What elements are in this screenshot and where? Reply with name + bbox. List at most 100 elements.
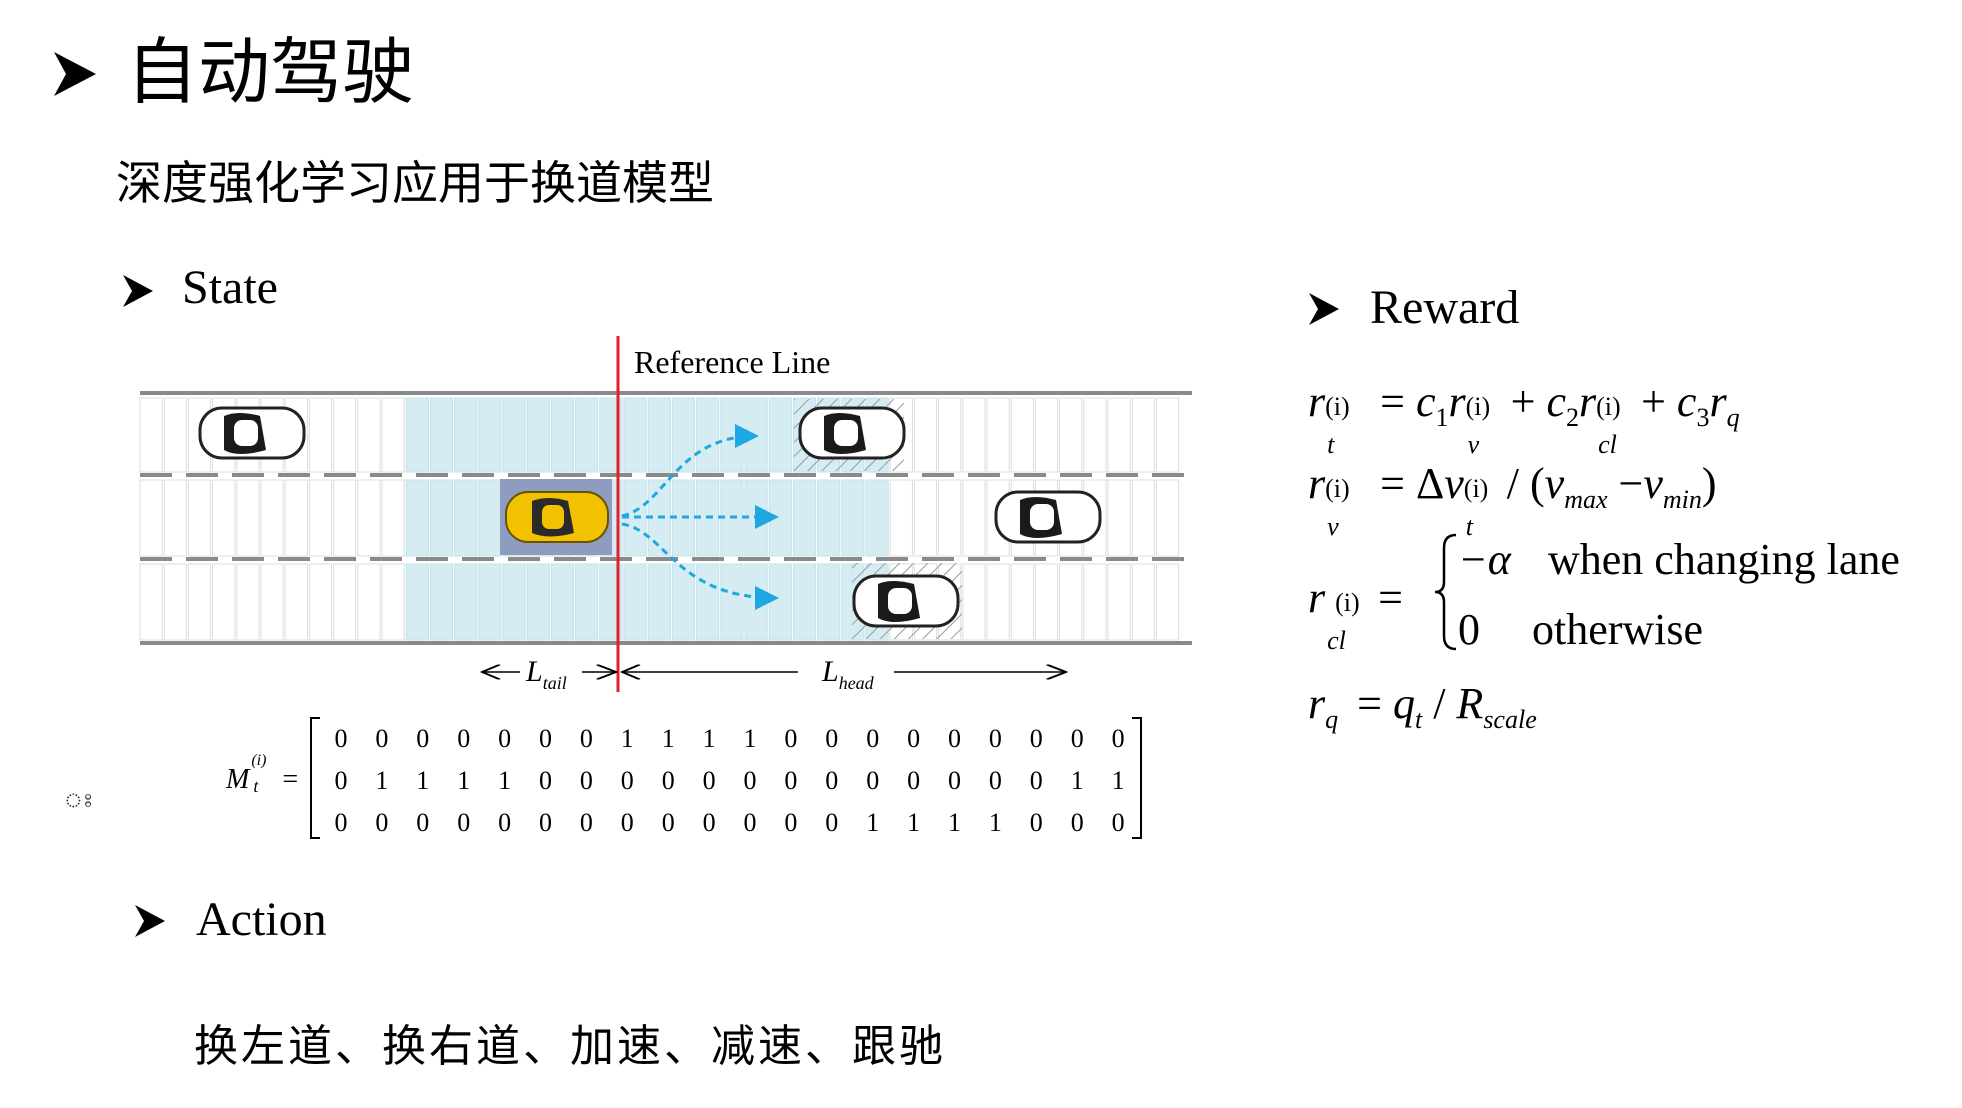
- grid-cell: [308, 563, 333, 641]
- reward-formula-lane-change: r (i) cl =: [1308, 573, 1403, 655]
- grid-cell: [768, 563, 792, 641]
- matrix-cell: 0: [416, 808, 430, 837]
- matrix-cell: 0: [866, 766, 880, 795]
- matrix-cell: 0: [539, 766, 552, 795]
- grid-cell: [236, 479, 260, 557]
- grid-cell: [502, 397, 526, 473]
- grid-cell: [1034, 563, 1059, 641]
- matrix-cell: 1: [1070, 766, 1084, 795]
- matrix-cell: 1: [498, 766, 512, 795]
- matrix-cell: 0: [334, 766, 348, 795]
- grid-cell: [913, 397, 938, 473]
- reward-formula-velocity: r (i) v = Δv (i) t / (vmax −vmin): [1308, 459, 1717, 541]
- lane-change-figure: Reference Line Ltail Lhead: [139, 336, 1192, 692]
- action-heading: Action: [196, 893, 327, 946]
- grid-cell: [357, 563, 381, 641]
- grid-cell: [163, 397, 187, 473]
- grid-cell: [405, 479, 429, 557]
- grid-cell: [550, 563, 575, 641]
- matrix-cell: 0: [1111, 808, 1125, 837]
- reward-formula-queue: rq = qt / Rscale: [1308, 679, 1537, 734]
- matrix-cell: 0: [743, 766, 757, 795]
- matrix-cell: 0: [1029, 766, 1043, 795]
- matrix-row: 01111000000000000011: [322, 766, 1130, 796]
- grid-cell: [647, 563, 671, 641]
- matrix-cell: 0: [579, 724, 593, 753]
- grid-cell: [1131, 563, 1155, 641]
- grid-cell: [502, 563, 526, 641]
- grid-cell: [1059, 563, 1083, 641]
- matrix-cell: 0: [743, 808, 757, 837]
- matrix-cell: 0: [334, 808, 348, 837]
- grid-cell: [962, 397, 986, 473]
- matrix-cell: 1: [866, 808, 880, 837]
- matrix-cell: 0: [988, 724, 1002, 753]
- grid-cell: [1107, 397, 1131, 473]
- bullet-arrow-icon: [1309, 293, 1339, 325]
- grid-cell: [236, 563, 260, 641]
- grid-cell: [381, 479, 405, 557]
- matrix-cell: 0: [825, 724, 839, 753]
- cases-brace: [1434, 533, 1457, 651]
- matrix-cell: 0: [1070, 724, 1084, 753]
- matrix-cell: 0: [579, 766, 593, 795]
- car-other: [852, 574, 960, 628]
- matrix-cell: 0: [784, 724, 798, 753]
- grid-cell: [260, 479, 284, 557]
- matrix-cell: 0: [620, 808, 634, 837]
- matrix-cell: 1: [743, 724, 757, 753]
- matrix-cell: 0: [620, 766, 634, 795]
- grid-cell: [720, 563, 744, 641]
- grid-cell: [454, 479, 478, 557]
- car-ego: [505, 491, 609, 543]
- reward-heading: Reward: [1370, 281, 1520, 334]
- car-other: [994, 490, 1102, 544]
- matrix-row: 00000000000001111000: [322, 808, 1130, 838]
- grid-cell: [623, 397, 647, 473]
- grid-cell: [478, 479, 502, 557]
- grid-cell: [1131, 397, 1155, 473]
- grid-cell: [212, 479, 236, 557]
- grid-cell: [792, 563, 817, 641]
- bullet-arrow-icon: [54, 52, 96, 96]
- matrix-cell: 0: [375, 724, 389, 753]
- matrix-cell: 1: [988, 808, 1002, 837]
- grid-cell: [938, 397, 962, 473]
- grid-cell: [1059, 397, 1083, 473]
- grid-cell: [308, 479, 333, 557]
- matrix-cell: 0: [784, 766, 798, 795]
- slide-title: 自动驾驶: [126, 30, 415, 114]
- matrix-cell: 0: [457, 808, 471, 837]
- grid-cell: [575, 397, 599, 473]
- matrix-cell: 0: [702, 766, 716, 795]
- grid-cell: [817, 563, 841, 641]
- l-tail-label: Ltail: [525, 655, 567, 692]
- matrix-cell: 0: [907, 766, 921, 795]
- matrix-cell: 0: [825, 808, 839, 837]
- grid-cell: [308, 397, 333, 473]
- grid-cell: [744, 563, 768, 641]
- action-list: 换左道、换右道、加速、减速、跟驰: [194, 1021, 946, 1072]
- grid-cell: [284, 479, 308, 557]
- matrix-cell: 0: [866, 724, 880, 753]
- stray-mark: ঃ: [64, 788, 94, 812]
- matrix-cell: 0: [498, 724, 512, 753]
- grid-cell: [357, 479, 381, 557]
- matrix-cell: 0: [334, 724, 348, 753]
- matrix-cell: 0: [825, 766, 839, 795]
- car-other: [198, 406, 306, 460]
- grid-cell: [526, 397, 550, 473]
- matrix-cell: 0: [1111, 724, 1125, 753]
- matrix-cell: 0: [948, 724, 961, 753]
- grid-cell: [284, 563, 308, 641]
- matrix-cell: 1: [620, 724, 634, 753]
- case-2-text: otherwise: [1532, 605, 1704, 654]
- grid-cell: [744, 397, 768, 473]
- matrix-cell: 0: [784, 808, 798, 837]
- grid-cell: [1131, 479, 1155, 557]
- matrix-cell: 1: [375, 766, 389, 795]
- grid-cell: [671, 397, 696, 473]
- grid-cell: [333, 479, 357, 557]
- grid-cell: [333, 397, 357, 473]
- grid-cell: [187, 479, 212, 557]
